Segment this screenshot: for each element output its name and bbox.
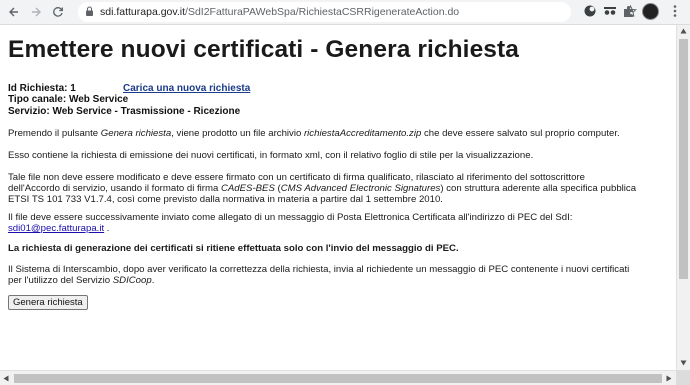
reload-icon: [53, 7, 63, 17]
scroll-up-icon[interactable]: [680, 28, 687, 34]
page-content: Emettere nuovi certificati - Genera rich…: [0, 25, 676, 370]
reload-button[interactable]: [48, 2, 68, 22]
forward-button[interactable]: [26, 2, 46, 22]
new-request-link[interactable]: Carica una nuova richiesta: [123, 83, 250, 94]
service-type: Servizio: Web Service - Trasmissione - R…: [8, 106, 241, 117]
address-bar[interactable]: sdi.fatturapa.gov.it/SdI2FatturaPAWebSpa…: [78, 2, 637, 22]
incognito-glasses-icon[interactable]: [603, 4, 617, 18]
browser-toolbar: sdi.fatturapa.gov.it/SdI2FatturaPAWebSpa…: [0, 0, 690, 25]
paragraph-signature-line3: ETSI TS 101 733 V1.7.4, così come previs…: [8, 194, 443, 205]
puzzle-extensions-icon[interactable]: [622, 4, 636, 18]
url-text[interactable]: sdi.fatturapa.gov.it/SdI2FatturaPAWebSpa…: [100, 4, 459, 20]
extension-icon[interactable]: [583, 4, 597, 18]
pec-email-link[interactable]: sdi01@pec.fatturapa.it: [8, 223, 104, 234]
profile-avatar[interactable]: [642, 3, 659, 20]
vertical-scroll-thumb[interactable]: [679, 39, 688, 279]
vertical-scrollbar[interactable]: [676, 25, 690, 370]
horizontal-scrollbar[interactable]: [0, 370, 676, 385]
scroll-left-icon[interactable]: [3, 375, 9, 382]
scrollbar-corner: [676, 370, 690, 385]
back-arrow-icon: [9, 7, 18, 17]
browser-menu-icon[interactable]: [672, 4, 678, 18]
scroll-right-icon[interactable]: [666, 375, 672, 382]
forward-arrow-icon: [32, 7, 41, 17]
horizontal-scroll-thumb[interactable]: [14, 374, 662, 383]
paragraph-sdi-line2: per l'utilizzo del Servizio SDICoop.: [8, 275, 155, 286]
generate-request-button[interactable]: Genera richiesta: [8, 295, 88, 310]
page-title: Emettere nuovi certificati - Genera rich…: [8, 36, 520, 63]
channel-type: Tipo canale: Web Service: [8, 94, 129, 105]
paragraph-instructions: Premendo il pulsante Genera richiesta, v…: [8, 128, 620, 139]
request-id: Id Richiesta: 1: [8, 83, 76, 94]
lock-icon[interactable]: [85, 6, 94, 17]
back-button[interactable]: [4, 2, 24, 22]
scroll-down-icon[interactable]: [680, 360, 687, 366]
paragraph-pec-requirement: La richiesta di generazione dei certific…: [8, 243, 459, 254]
paragraph-contents: Esso contiene la richiesta di emissione …: [8, 150, 534, 161]
paragraph-pec-line2: sdi01@pec.fatturapa.it .: [8, 223, 110, 234]
